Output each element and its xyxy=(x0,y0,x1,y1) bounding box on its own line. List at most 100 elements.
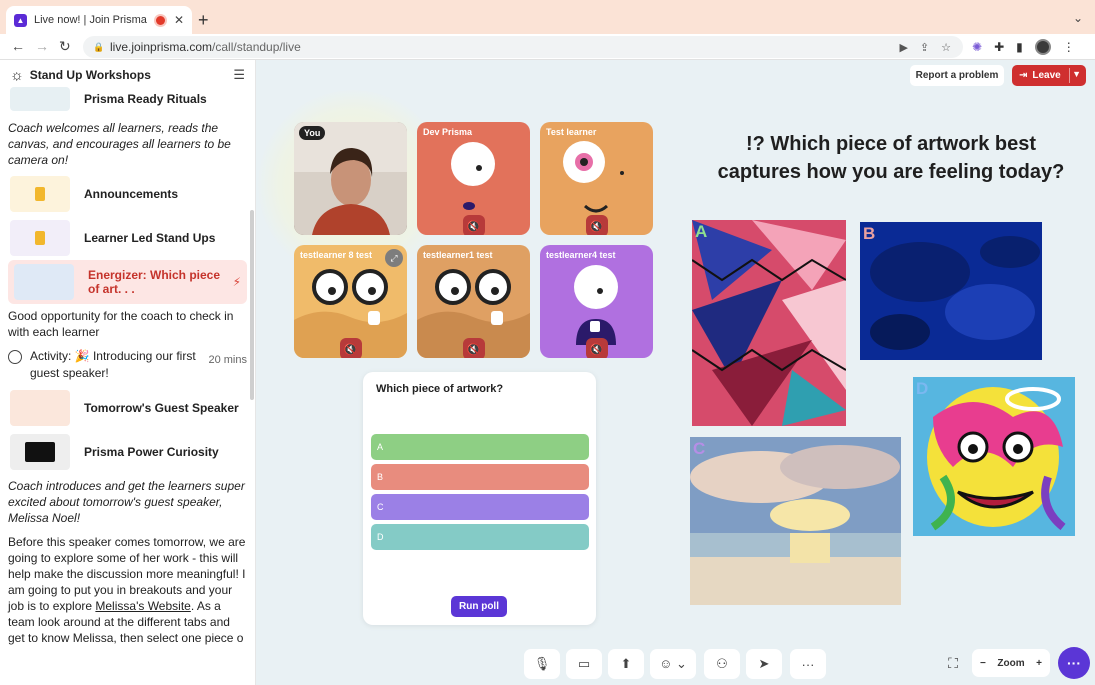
guest-speaker-thumbnail xyxy=(10,390,70,426)
zoom-out-button[interactable]: − xyxy=(980,658,986,669)
poll-card: Which piece of artwork? A B C D Run poll xyxy=(363,372,596,625)
side-panel-icon[interactable]: ▮ xyxy=(1016,40,1023,54)
instructions-text: Before this speaker comes tomorrow, we a… xyxy=(0,530,255,650)
fullscreen-icon[interactable]: ⛶ xyxy=(942,649,964,677)
tab-search-chevron-icon[interactable]: ⌄ xyxy=(1073,11,1083,25)
leave-button[interactable]: ⇥ Leave ▼ xyxy=(1012,65,1086,86)
artwork-label: B xyxy=(863,224,876,243)
send-button[interactable]: ➤ xyxy=(746,649,782,679)
browser-tab[interactable]: ▲ Live now! | Join Prisma ✕ xyxy=(6,6,192,34)
melissa-website-link[interactable]: Melissa's Website xyxy=(95,599,190,613)
sidebar-item-prisma-ready-rituals[interactable]: Prisma Ready Rituals xyxy=(0,82,255,116)
participant-name: testlearner4 test xyxy=(546,250,616,260)
camera-in-use-icon[interactable]: ▶ xyxy=(899,41,907,54)
chat-dots-icon: ··· xyxy=(1067,655,1081,671)
live-stage: Report a problem ⇥ Leave ▼ You Dev Prism… xyxy=(256,60,1095,685)
url-path: /call/standup/live xyxy=(212,40,301,54)
sidebar-item-prisma-power-curiosity[interactable]: Prisma Power Curiosity xyxy=(0,430,255,474)
agenda-sidebar: ☼ Stand Up Workshops ☰ Prisma Ready Ritu… xyxy=(0,60,256,685)
artwork-d[interactable]: D xyxy=(913,377,1075,536)
artwork-c[interactable]: C xyxy=(690,437,901,605)
participant-tile-you[interactable]: You xyxy=(294,122,407,235)
camera-button[interactable]: ▭ xyxy=(566,649,602,679)
video-camera-icon: ▭ xyxy=(577,656,591,671)
announcements-thumbnail xyxy=(10,176,70,212)
sidebar-item-learner-led-stand-ups[interactable]: Learner Led Stand Ups xyxy=(0,216,255,260)
sidebar-item-label: Announcements xyxy=(84,187,179,201)
mic-muted-icon: 🔇 xyxy=(462,215,485,235)
seascape-painting-artwork xyxy=(690,437,901,605)
recording-indicator-icon xyxy=(155,15,165,25)
share-screen-icon: ⬆ xyxy=(620,656,632,671)
microphone-icon: 🎙 xyxy=(533,656,551,671)
browser-menu-icon[interactable]: ⋮ xyxy=(1063,40,1075,54)
abstract-zigzag-artwork xyxy=(692,220,846,426)
address-bar-row: ← → ↻ 🔒 live.joinprisma.com/call/standup… xyxy=(0,34,1095,60)
tab-title: Live now! | Join Prisma xyxy=(34,14,147,26)
participant-name: testlearner 8 test xyxy=(300,250,373,260)
artwork-a[interactable]: A xyxy=(692,220,846,426)
sidebar-item-label: Tomorrow's Guest Speaker xyxy=(84,401,239,415)
zoom-control: − Zoom + xyxy=(972,649,1050,677)
activity-row[interactable]: Activity: 🎉 Introducing our first guest … xyxy=(0,344,255,386)
lock-icon: 🔒 xyxy=(93,42,105,52)
artwork-b[interactable]: B xyxy=(860,222,1042,360)
url-host: live.joinprisma.com xyxy=(110,40,213,54)
expand-icon[interactable]: ⤢ xyxy=(385,249,403,267)
new-tab-button[interactable]: + xyxy=(198,10,209,31)
zoom-label: Zoom xyxy=(997,657,1025,669)
coach-welcome-note: Coach welcomes all learners, reads the c… xyxy=(8,121,231,167)
clock-icon xyxy=(8,350,22,364)
collapse-sidebar-icon[interactable]: ☰ xyxy=(233,67,245,83)
reactions-button[interactable]: ☺ ⌄ xyxy=(650,649,696,679)
energizer-thumbnail xyxy=(14,264,74,300)
mic-muted-icon: 🔇 xyxy=(462,338,485,358)
participant-name: Dev Prisma xyxy=(423,127,473,137)
microphone-button[interactable]: 🎙 xyxy=(524,649,560,679)
share-screen-button[interactable]: ⬆ xyxy=(608,649,644,679)
coach-intro-note: Coach introduces and get the learners su… xyxy=(8,479,245,525)
stand-ups-thumbnail xyxy=(10,220,70,256)
participant-tile-dev-prisma[interactable]: Dev Prisma 🔇 xyxy=(417,122,530,235)
extensions-puzzle-icon[interactable]: ✚ xyxy=(994,40,1004,54)
participant-tile-testlearner1[interactable]: testlearner1 test 🔇 xyxy=(417,245,530,358)
url-field[interactable]: 🔒 live.joinprisma.com/call/standup/live … xyxy=(83,36,963,58)
poll-option-c[interactable]: C xyxy=(371,494,589,520)
blue-texture-artwork xyxy=(860,222,1042,360)
back-arrow-icon[interactable]: ← xyxy=(11,38,25,54)
reload-icon[interactable]: ↻ xyxy=(59,38,71,55)
extension-gear-icon[interactable]: ✺ xyxy=(972,40,982,54)
leave-options-chevron-icon[interactable]: ▼ xyxy=(1072,69,1081,79)
artwork-label: C xyxy=(693,439,706,458)
activity-label: Activity: 🎉 Introducing our first guest … xyxy=(30,349,196,380)
participant-tile-testlearner4[interactable]: testlearner4 test 🔇 xyxy=(540,245,653,358)
profile-avatar[interactable] xyxy=(1034,39,1051,55)
sidebar-item-announcements[interactable]: Announcements xyxy=(0,172,255,216)
more-options-button[interactable]: ··· xyxy=(790,649,826,679)
share-icon[interactable]: ⇪ xyxy=(920,41,929,54)
mic-muted-icon: 🔇 xyxy=(585,338,608,358)
emoji-icon: ☺ ⌄ xyxy=(659,656,687,671)
browser-tab-strip: ▲ Live now! | Join Prisma ✕ + ⌄ xyxy=(0,0,1095,34)
sidebar-item-energizer[interactable]: Energizer: Which piece of art. . . ⚡ xyxy=(8,260,247,304)
forward-arrow-icon[interactable]: → xyxy=(35,38,49,54)
participant-name: You xyxy=(299,126,326,140)
participants-button[interactable]: ⚇ xyxy=(704,649,740,679)
chat-button[interactable]: ··· xyxy=(1058,647,1090,679)
prisma-favicon-icon: ▲ xyxy=(14,13,27,27)
poll-option-a[interactable]: A xyxy=(371,434,589,460)
sidebar-scrollbar[interactable] xyxy=(250,210,254,400)
poll-option-b[interactable]: B xyxy=(371,464,589,490)
run-poll-button[interactable]: Run poll xyxy=(451,596,507,617)
lightning-bolt-icon: ⚡ xyxy=(232,275,241,289)
poll-option-d[interactable]: D xyxy=(371,524,589,550)
bookmark-star-icon[interactable]: ☆ xyxy=(941,41,951,54)
participant-tile-test-learner[interactable]: Test learner 🔇 xyxy=(540,122,653,235)
exit-door-icon: ⇥ xyxy=(1019,70,1028,81)
zoom-in-button[interactable]: + xyxy=(1036,658,1042,669)
close-tab-icon[interactable]: ✕ xyxy=(174,13,184,27)
report-problem-button[interactable]: Report a problem xyxy=(910,65,1004,86)
curiosity-thumbnail xyxy=(10,434,70,470)
participant-tile-testlearner-8[interactable]: testlearner 8 test ⤢ 🔇 xyxy=(294,245,407,358)
sidebar-item-tomorrows-guest-speaker[interactable]: Tomorrow's Guest Speaker xyxy=(0,386,255,430)
